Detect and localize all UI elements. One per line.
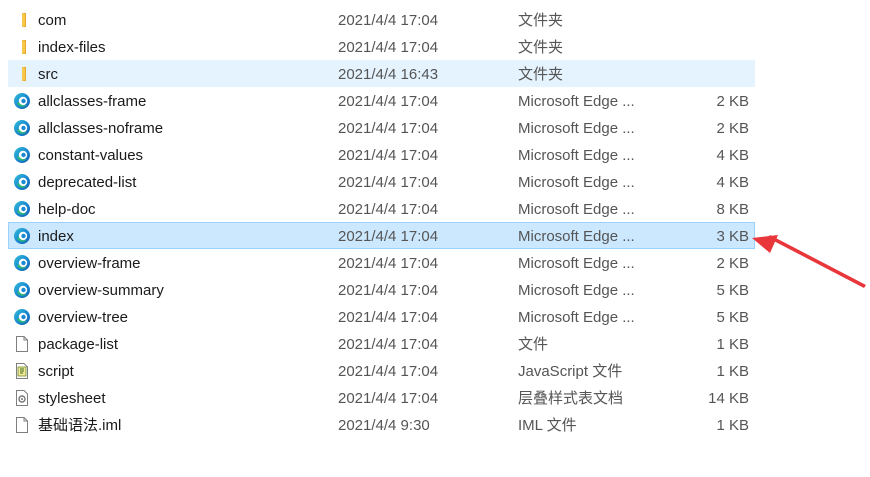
file-date: 2021/4/4 17:04 bbox=[338, 174, 439, 191]
file-name: package-list bbox=[38, 336, 119, 353]
file-date: 2021/4/4 16:43 bbox=[338, 66, 439, 83]
file-type: 文件夹 bbox=[518, 12, 564, 29]
file-row[interactable]: allclasses-noframe 2021/4/4 17:04 Microsof… bbox=[8, 114, 755, 141]
file-row[interactable]: overview-frame 2021/4/4 17:04 Microsoft Ed… bbox=[8, 249, 755, 276]
file-row[interactable]: package-list 2021/4/4 17:04 文件 1 KB bbox=[8, 330, 755, 357]
file-name: constant-values bbox=[38, 147, 144, 164]
file-icon bbox=[13, 335, 31, 353]
file-name: allclasses-noframe bbox=[38, 120, 164, 137]
file-type: Microsoft Edge ... bbox=[518, 309, 635, 326]
file-row[interactable]: com 2021/4/4 17:04 文件夹 bbox=[8, 6, 755, 33]
file-type: Microsoft Edge ... bbox=[518, 282, 635, 299]
file-row[interactable]: index-files 2021/4/4 17:04 文件夹 bbox=[8, 33, 755, 60]
file-row[interactable]: index 2021/4/4 17:04 Microsoft Edge ... 3 K… bbox=[8, 222, 755, 249]
file-type: 文件夹 bbox=[518, 66, 564, 83]
file-name: overview-tree bbox=[38, 309, 129, 326]
arrow-head bbox=[752, 235, 778, 253]
file-size: 4 KB bbox=[716, 147, 749, 164]
file-date: 2021/4/4 17:04 bbox=[338, 12, 439, 29]
file-date: 2021/4/4 17:04 bbox=[338, 363, 439, 380]
script-icon bbox=[13, 362, 31, 380]
file-name: help-doc bbox=[38, 201, 96, 218]
file-date: 2021/4/4 17:04 bbox=[338, 309, 439, 326]
edge-icon bbox=[13, 119, 31, 137]
file-size: 3 KB bbox=[716, 228, 749, 245]
file-row[interactable]: overview-tree 2021/4/4 17:04 Microsoft Edg… bbox=[8, 303, 755, 330]
file-size: 1 KB bbox=[716, 336, 749, 353]
file-name: com bbox=[38, 12, 67, 29]
file-row[interactable]: 基础语法.iml 2021/4/4 9:30 IML 文件 1 KB bbox=[8, 411, 755, 438]
file-date: 2021/4/4 17:04 bbox=[338, 255, 439, 272]
file-row[interactable]: src 2021/4/4 16:43 文件夹 bbox=[8, 60, 755, 87]
file-date: 2021/4/4 17:04 bbox=[338, 39, 439, 56]
file-type: Microsoft Edge ... bbox=[518, 255, 635, 272]
stylesheet-icon bbox=[13, 389, 31, 407]
edge-icon bbox=[13, 200, 31, 218]
edge-icon bbox=[13, 308, 31, 326]
folder-icon bbox=[13, 38, 31, 56]
file-size: 1 KB bbox=[716, 417, 749, 434]
file-date: 2021/4/4 17:04 bbox=[338, 228, 439, 245]
file-row[interactable]: help-doc 2021/4/4 17:04 Microsoft Edge ...… bbox=[8, 195, 755, 222]
file-size: 2 KB bbox=[716, 93, 749, 110]
file-date: 2021/4/4 17:04 bbox=[338, 201, 439, 218]
file-type: 层叠样式表文档 bbox=[518, 390, 624, 407]
file-row[interactable]: allclasses-frame 2021/4/4 17:04 Microsoft … bbox=[8, 87, 755, 114]
file-size: 5 KB bbox=[716, 309, 749, 326]
file-type: Microsoft Edge ... bbox=[518, 201, 635, 218]
file-size: 2 KB bbox=[716, 255, 749, 272]
file-date: 2021/4/4 17:04 bbox=[338, 147, 439, 164]
file-name: 基础语法.iml bbox=[38, 417, 122, 434]
file-name: src bbox=[38, 66, 58, 83]
file-type: Microsoft Edge ... bbox=[518, 93, 635, 110]
file-type: Microsoft Edge ... bbox=[518, 174, 635, 191]
edge-icon bbox=[13, 92, 31, 110]
file-type: 文件 bbox=[518, 336, 549, 353]
folder-icon bbox=[13, 11, 31, 29]
file-type: JavaScript 文件 bbox=[518, 363, 623, 380]
file-name: allclasses-frame bbox=[38, 93, 147, 110]
file-name: script bbox=[38, 363, 74, 380]
file-date: 2021/4/4 17:04 bbox=[338, 120, 439, 137]
edge-icon bbox=[13, 281, 31, 299]
file-icon bbox=[13, 416, 31, 434]
file-type: 文件夹 bbox=[518, 39, 564, 56]
file-name: overview-summary bbox=[38, 282, 164, 299]
file-type: IML 文件 bbox=[518, 417, 577, 434]
file-size: 1 KB bbox=[716, 363, 749, 380]
file-name: index-files bbox=[38, 39, 106, 56]
file-name: deprecated-list bbox=[38, 174, 137, 191]
file-name: stylesheet bbox=[38, 390, 106, 407]
file-date: 2021/4/4 17:04 bbox=[338, 93, 439, 110]
file-name: index bbox=[38, 228, 74, 245]
edge-icon bbox=[13, 227, 31, 245]
file-size: 8 KB bbox=[716, 201, 749, 218]
file-type: Microsoft Edge ... bbox=[518, 147, 635, 164]
file-row[interactable]: constant-values 2021/4/4 17:04 Microsoft E… bbox=[8, 141, 755, 168]
arrow-shaft bbox=[768, 235, 866, 288]
file-row[interactable]: deprecated-list 2021/4/4 17:04 Microsoft E… bbox=[8, 168, 755, 195]
file-size: 2 KB bbox=[716, 120, 749, 137]
file-date: 2021/4/4 9:30 bbox=[338, 417, 430, 434]
edge-icon bbox=[13, 146, 31, 164]
edge-icon bbox=[13, 254, 31, 272]
file-row[interactable]: stylesheet 2021/4/4 17:04 层叠样式表文档 14 KB bbox=[8, 384, 755, 411]
file-size: 4 KB bbox=[716, 174, 749, 191]
file-date: 2021/4/4 17:04 bbox=[338, 390, 439, 407]
file-type: Microsoft Edge ... bbox=[518, 120, 635, 137]
folder-icon bbox=[13, 65, 31, 83]
file-list: com 2021/4/4 17:04 文件夹 index-files 2021/4/4 … bbox=[8, 6, 755, 438]
file-row[interactable]: overview-summary 2021/4/4 17:04 Microsoft … bbox=[8, 276, 755, 303]
file-date: 2021/4/4 17:04 bbox=[338, 282, 439, 299]
file-type: Microsoft Edge ... bbox=[518, 228, 635, 245]
file-date: 2021/4/4 17:04 bbox=[338, 336, 439, 353]
edge-icon bbox=[13, 173, 31, 191]
file-size: 5 KB bbox=[716, 282, 749, 299]
file-row[interactable]: script 2021/4/4 17:04 JavaScript 文件 1 KB bbox=[8, 357, 755, 384]
file-size: 14 KB bbox=[708, 390, 749, 407]
file-name: overview-frame bbox=[38, 255, 141, 272]
